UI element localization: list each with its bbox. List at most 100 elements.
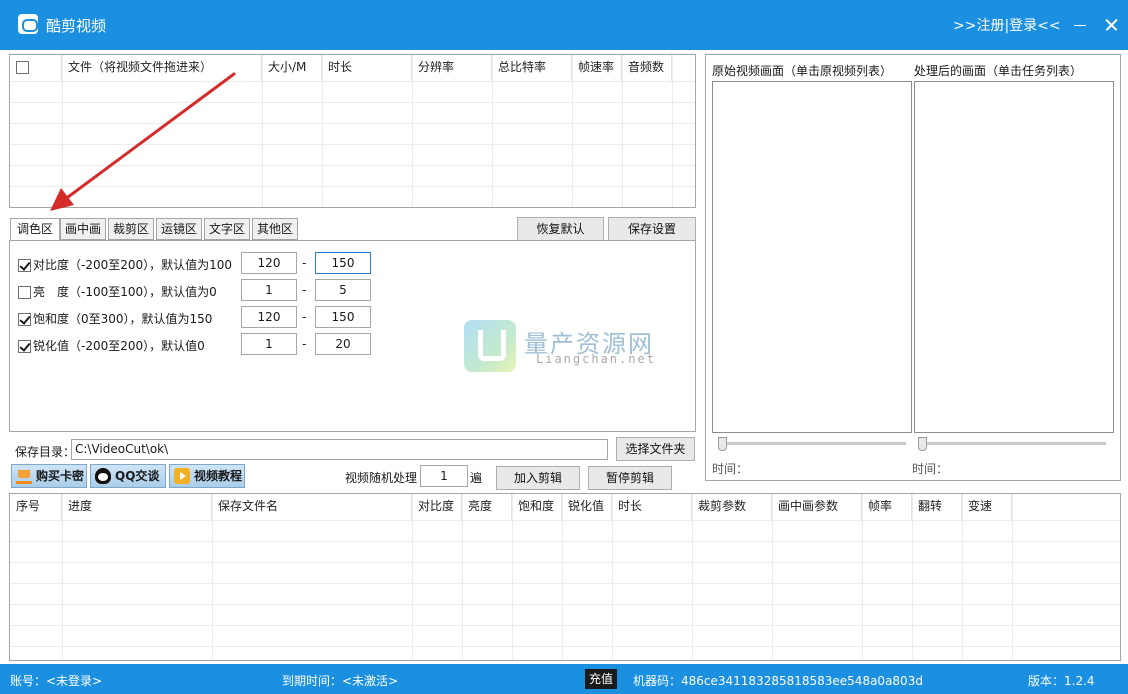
grid-column-line: [412, 494, 413, 660]
sharpness-max-input[interactable]: 20: [315, 333, 371, 355]
grid-column-line: [512, 494, 513, 660]
contrast-max-input[interactable]: 150: [315, 252, 371, 274]
range-separator: -: [302, 283, 307, 297]
column-header-size[interactable]: 大小/M: [262, 55, 322, 81]
grid-row-line: [10, 625, 1120, 626]
column-header-sharpness[interactable]: 锐化值: [562, 494, 612, 520]
column-header-saturation[interactable]: 饱和度: [512, 494, 562, 520]
grid-column-line: [62, 494, 63, 660]
sharpness-min-input[interactable]: 1: [241, 333, 297, 355]
play-video-icon: [174, 468, 190, 484]
app-logo-icon: [18, 14, 38, 34]
video-tutorial-button[interactable]: 视频教程: [169, 464, 245, 488]
column-header-save-filename[interactable]: 保存文件名: [212, 494, 412, 520]
sharpness-label[interactable]: 锐化值（-200至200），默认值0: [18, 337, 205, 354]
column-header-progress[interactable]: 进度: [62, 494, 212, 520]
qq-icon: [95, 468, 111, 484]
minimize-icon[interactable]: [1071, 14, 1089, 34]
saturation-min-input[interactable]: 120: [241, 306, 297, 328]
column-header-index[interactable]: 序号: [10, 494, 62, 520]
grid-row-line: [10, 165, 695, 166]
task-list-table[interactable]: 序号 进度 保存文件名 对比度 亮度 饱和度 锐化值 时长 裁剪参数 画中画参数…: [9, 493, 1121, 661]
select-all-checkbox-cell[interactable]: [10, 55, 62, 81]
pause-edit-button[interactable]: 暂停剪辑: [588, 466, 672, 490]
brightness-label[interactable]: 亮 度（-100至100），默认值为0: [18, 283, 217, 300]
tab-crop[interactable]: 裁剪区: [108, 218, 154, 240]
processed-video-preview[interactable]: [914, 81, 1114, 433]
column-header-audio-count[interactable]: 音频数: [622, 55, 672, 81]
contrast-checkbox[interactable]: [18, 259, 31, 272]
processed-seek-track[interactable]: [918, 442, 1106, 445]
file-list-table[interactable]: 文件（将视频文件拖进来） 大小/M 时长 分辨率 总比特率 帧速率 音频数: [9, 54, 696, 208]
brightness-max-input[interactable]: 5: [315, 279, 371, 301]
grid-row-line: [10, 186, 695, 187]
tab-picture-in-picture[interactable]: 画中画: [60, 218, 106, 240]
saturation-label[interactable]: 饱和度（0至300），默认值为150: [18, 310, 212, 327]
sharpness-checkbox[interactable]: [18, 340, 31, 353]
column-header-flip[interactable]: 翻转: [912, 494, 962, 520]
column-header-frame-rate[interactable]: 帧率: [862, 494, 912, 520]
video-tutorial-label: 视频教程: [194, 469, 243, 483]
save-settings-button[interactable]: 保存设置: [608, 217, 696, 241]
original-preview-label: 原始视频画面（单击原视频列表）: [712, 64, 893, 78]
column-header-framerate[interactable]: 帧速率: [572, 55, 622, 81]
saturation-checkbox[interactable]: [18, 313, 31, 326]
watermark-subtext: Liangchan.net: [536, 352, 656, 366]
buy-key-button[interactable]: 购买卡密: [11, 464, 87, 488]
grid-column-line: [62, 55, 63, 207]
processed-seek-thumb[interactable]: [918, 437, 927, 451]
qq-chat-label: QQ交谈: [115, 469, 160, 483]
choose-folder-button[interactable]: 选择文件夹: [616, 437, 695, 461]
column-header-file[interactable]: 文件（将视频文件拖进来）: [62, 55, 262, 81]
original-video-preview[interactable]: [712, 81, 912, 433]
random-count-input[interactable]: 1: [420, 465, 468, 487]
qq-chat-button[interactable]: QQ交谈: [90, 464, 166, 488]
saturation-max-input[interactable]: 150: [315, 306, 371, 328]
column-header-resolution[interactable]: 分辨率: [412, 55, 492, 81]
tab-color[interactable]: 调色区: [10, 218, 60, 241]
grid-column-line: [492, 55, 493, 207]
status-bar: 账号：<未登录> 到期时间：<未激活> 充值 机器码：486ce34118328…: [0, 664, 1128, 694]
brightness-min-input[interactable]: 1: [241, 279, 297, 301]
grid-column-line: [572, 55, 573, 207]
column-header-duration[interactable]: 时长: [322, 55, 412, 81]
column-header-pip-params[interactable]: 画中画参数: [772, 494, 862, 520]
contrast-label[interactable]: 对比度（-200至200），默认值为100: [18, 256, 232, 273]
machine-code: 机器码：486ce341183285818583ee548a0a803d: [633, 674, 923, 688]
original-seek-thumb[interactable]: [718, 437, 727, 451]
close-icon[interactable]: [1102, 14, 1120, 34]
range-separator: -: [302, 256, 307, 270]
watermark-logo-icon: [464, 320, 516, 372]
random-process-label: 视频随机处理: [345, 471, 418, 485]
task-list-grid: 序号 进度 保存文件名 对比度 亮度 饱和度 锐化值 时长 裁剪参数 画中画参数…: [10, 494, 1120, 660]
grid-column-line: [262, 55, 263, 207]
grid-row-line: [10, 520, 1120, 521]
register-login-link[interactable]: >>注册|登录<<: [953, 15, 1061, 35]
contrast-min-input[interactable]: 120: [241, 252, 297, 274]
range-separator: -: [302, 337, 307, 351]
restore-default-button[interactable]: 恢复默认: [517, 217, 604, 241]
grid-row-line: [10, 102, 695, 103]
tab-camera-motion[interactable]: 运镜区: [156, 218, 202, 240]
original-time-label: 时间：: [712, 462, 749, 476]
random-count-unit: 遍: [470, 471, 483, 485]
recharge-button[interactable]: 充值: [585, 669, 618, 689]
tab-other[interactable]: 其他区: [252, 218, 298, 240]
column-header-brightness[interactable]: 亮度: [462, 494, 512, 520]
grid-row-line: [10, 123, 695, 124]
grid-column-line: [1012, 494, 1013, 660]
tab-text[interactable]: 文字区: [204, 218, 250, 240]
column-header-speed[interactable]: 变速: [962, 494, 1012, 520]
brightness-checkbox[interactable]: [18, 286, 31, 299]
select-all-checkbox[interactable]: [16, 61, 29, 74]
original-seek-track[interactable]: [718, 442, 906, 445]
grid-column-line: [612, 494, 613, 660]
column-header-bitrate[interactable]: 总比特率: [492, 55, 572, 81]
column-header-duration[interactable]: 时长: [612, 494, 692, 520]
save-dir-input[interactable]: C:\VideoCut\ok\: [71, 439, 608, 460]
column-header-crop-params[interactable]: 裁剪参数: [692, 494, 772, 520]
column-header-contrast[interactable]: 对比度: [412, 494, 462, 520]
add-edit-button[interactable]: 加入剪辑: [496, 466, 580, 490]
file-list-grid: 文件（将视频文件拖进来） 大小/M 时长 分辨率 总比特率 帧速率 音频数: [10, 55, 695, 207]
grid-column-line: [912, 494, 913, 660]
